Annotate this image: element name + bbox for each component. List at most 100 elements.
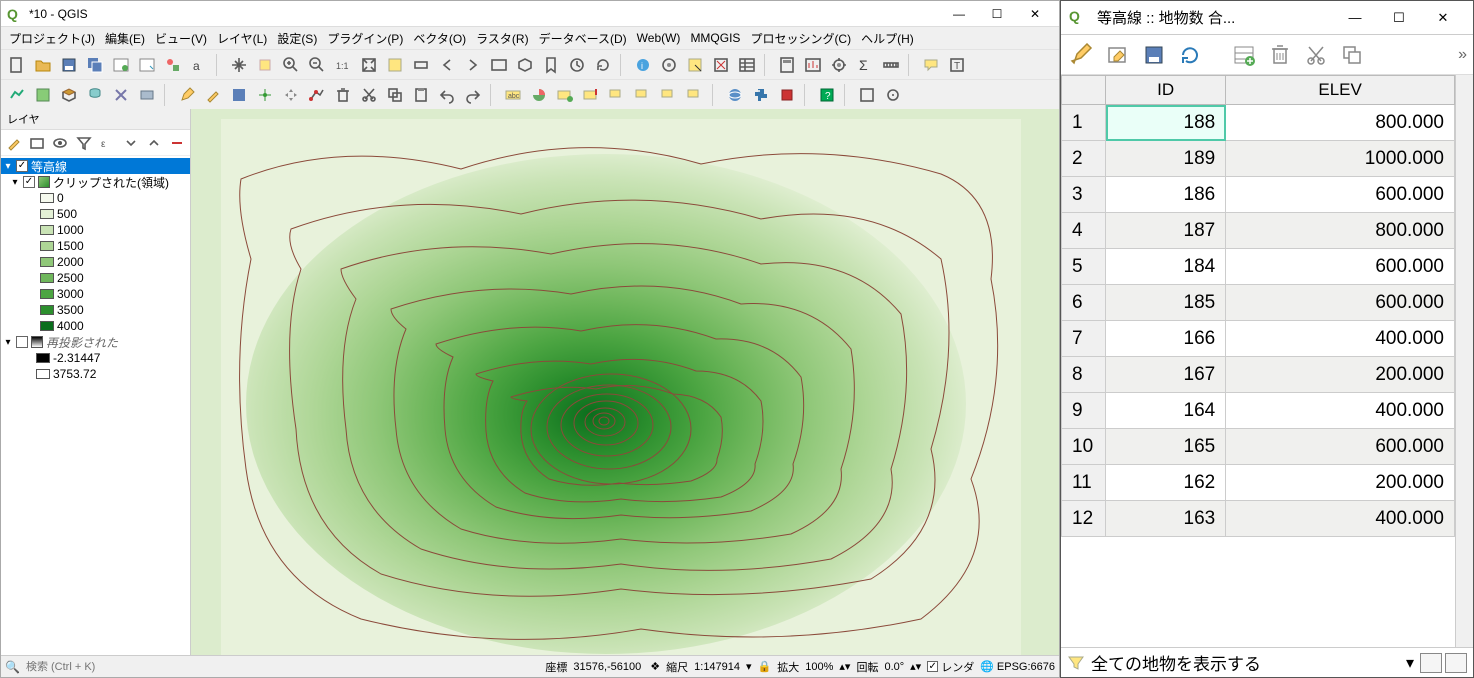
copy-button[interactable] [383, 83, 407, 107]
layer-checkbox[interactable] [16, 336, 28, 348]
row-number[interactable]: 2 [1062, 141, 1106, 177]
layer-checkbox[interactable] [23, 176, 35, 188]
metasearch-button[interactable] [723, 83, 747, 107]
table-row[interactable]: 21891000.000 [1062, 141, 1455, 177]
georeferencer-button[interactable] [855, 83, 879, 107]
add-feature-button[interactable] [1229, 40, 1259, 70]
dropdown-icon[interactable]: ▾ [1406, 653, 1414, 673]
filter-icon[interactable] [1067, 654, 1085, 672]
new-map-view-button[interactable] [487, 53, 511, 77]
zoom-full-button[interactable] [357, 53, 381, 77]
field-calculator-button[interactable] [775, 53, 799, 77]
label-button[interactable]: abc [501, 83, 525, 107]
cell-elev[interactable]: 400.000 [1226, 501, 1455, 537]
column-header-elev[interactable]: ELEV [1226, 76, 1455, 105]
row-number[interactable]: 6 [1062, 285, 1106, 321]
legend-class[interactable]: 2500 [1, 270, 190, 286]
table-row[interactable]: 8167200.000 [1062, 357, 1455, 393]
lock-icon[interactable]: 🔒 [758, 660, 772, 673]
manage-visibility-button[interactable] [50, 131, 71, 155]
menu-vector[interactable]: ベクタ(O) [409, 28, 470, 49]
new-virtual-layer-button[interactable] [109, 83, 133, 107]
menu-database[interactable]: データベース(D) [535, 28, 631, 49]
expander-icon[interactable]: ▾ [10, 177, 20, 188]
legend-class[interactable]: 3500 [1, 302, 190, 318]
gps-button[interactable] [881, 83, 905, 107]
new-print-layout-button[interactable] [109, 53, 133, 77]
open-project-button[interactable] [31, 53, 55, 77]
scale-value[interactable]: 1:147914 [691, 660, 743, 674]
maximize-button[interactable]: ☐ [979, 4, 1015, 24]
new-geopackage-button[interactable] [57, 83, 81, 107]
zoom-out-button[interactable] [305, 53, 329, 77]
extents-icon[interactable]: ❖ [650, 660, 660, 673]
crs-value[interactable]: EPSG:6676 [997, 661, 1055, 673]
locator-search-input[interactable] [26, 661, 146, 673]
save-project-button[interactable] [57, 53, 81, 77]
python-console-button[interactable] [749, 83, 773, 107]
table-row[interactable]: 4187800.000 [1062, 213, 1455, 249]
layer-row-reprojected[interactable]: ▾ 再投影された [1, 334, 190, 350]
cell-id[interactable]: 167 [1106, 357, 1226, 393]
menu-web[interactable]: Web(W) [633, 29, 685, 47]
layers-tree[interactable]: ▾ 等高線 ▾ クリップされた(領域) 0 500 1000 1500 2000… [1, 156, 190, 655]
filter-mode-button[interactable]: 全ての地物を表示する [1091, 650, 1400, 675]
pan-button[interactable] [227, 53, 251, 77]
undo-button[interactable] [435, 83, 459, 107]
add-feature-button[interactable] [253, 83, 277, 107]
render-checkbox[interactable] [927, 661, 938, 672]
table-row[interactable]: 11162200.000 [1062, 465, 1455, 501]
show-pinned-labels-button[interactable] [605, 83, 629, 107]
menu-processing[interactable]: プロセッシング(C) [746, 28, 855, 49]
cell-elev[interactable]: 1000.000 [1226, 141, 1455, 177]
map-canvas[interactable] [191, 109, 1059, 655]
identify-button[interactable]: i [631, 53, 655, 77]
maximize-button[interactable]: ☐ [1377, 3, 1421, 33]
legend-class[interactable]: 4000 [1, 318, 190, 334]
table-row[interactable]: 7166400.000 [1062, 321, 1455, 357]
paste-button[interactable] [409, 83, 433, 107]
layer-checkbox[interactable] [16, 160, 28, 172]
collapse-all-button[interactable] [143, 131, 164, 155]
table-row[interactable]: 3186600.000 [1062, 177, 1455, 213]
cell-id[interactable]: 163 [1106, 501, 1226, 537]
cell-elev[interactable]: 600.000 [1226, 177, 1455, 213]
cell-elev[interactable]: 400.000 [1226, 321, 1455, 357]
processing-toolbox-button[interactable] [827, 53, 851, 77]
label-a-button[interactable]: a [187, 53, 211, 77]
new-memory-layer-button[interactable] [135, 83, 159, 107]
table-row[interactable]: 12163400.000 [1062, 501, 1455, 537]
copy-button[interactable] [1337, 40, 1367, 70]
zoom-to-layer-button[interactable] [409, 53, 433, 77]
expression-filter-button[interactable]: ε [97, 131, 118, 155]
deselect-button[interactable] [709, 53, 733, 77]
multi-edit-button[interactable] [1103, 40, 1133, 70]
zoom-next-button[interactable] [461, 53, 485, 77]
change-label-button[interactable] [683, 83, 707, 107]
cell-id[interactable]: 184 [1106, 249, 1226, 285]
delete-selected-button[interactable] [331, 83, 355, 107]
menu-layer[interactable]: レイヤ(L) [213, 28, 271, 49]
save-as-button[interactable] [83, 53, 107, 77]
cell-elev[interactable]: 600.000 [1226, 249, 1455, 285]
plugin-manager-button[interactable] [775, 83, 799, 107]
diagram-button[interactable] [527, 83, 551, 107]
coord-value[interactable]: 31576,-56100 [570, 660, 644, 674]
table-row[interactable]: 9164400.000 [1062, 393, 1455, 429]
remove-layer-button[interactable] [167, 131, 188, 155]
menu-project[interactable]: プロジェクト(J) [5, 28, 99, 49]
style-manager-button[interactable] [161, 53, 185, 77]
row-number[interactable]: 12 [1062, 501, 1106, 537]
minimize-button[interactable]: — [1333, 3, 1377, 33]
new-bookmark-button[interactable] [539, 53, 563, 77]
menu-view[interactable]: ビュー(V) [151, 28, 211, 49]
cell-elev[interactable]: 600.000 [1226, 429, 1455, 465]
help-button[interactable]: ? [815, 83, 839, 107]
layout-manager-button[interactable] [135, 53, 159, 77]
filter-legend-button[interactable] [73, 131, 94, 155]
table-row[interactable]: 6185600.000 [1062, 285, 1455, 321]
crs-icon[interactable]: 🌐 [980, 660, 994, 673]
statistics-button[interactable] [801, 53, 825, 77]
layer-style-button[interactable] [3, 131, 24, 155]
cell-id[interactable]: 186 [1106, 177, 1226, 213]
